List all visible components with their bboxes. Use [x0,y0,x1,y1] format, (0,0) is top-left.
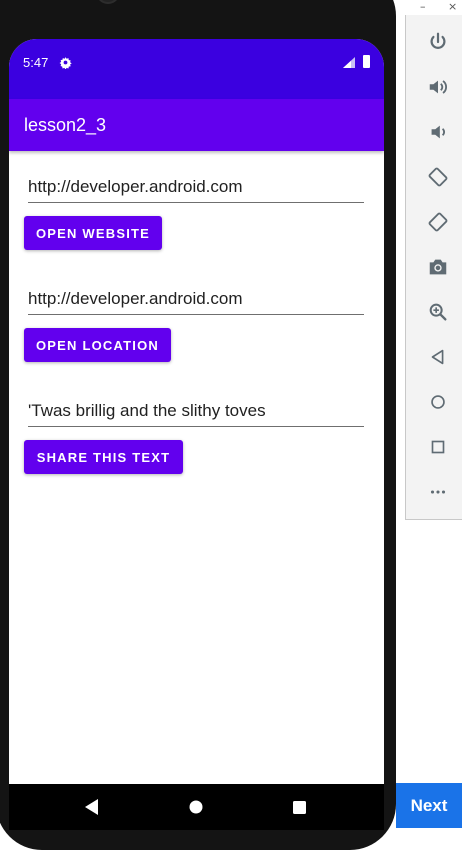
overview-icon [431,440,445,454]
nav-back-button[interactable] [72,784,112,830]
volume-up-button[interactable] [420,72,456,102]
app-bar: lesson2_3 [9,99,384,151]
home-icon [189,800,203,814]
nav-home-button[interactable] [176,784,216,830]
front-camera [96,0,120,4]
screenshot-button[interactable] [420,252,456,282]
power-button[interactable] [420,27,456,57]
zoom-button[interactable] [420,297,456,327]
emulator-back-button[interactable] [420,342,456,372]
more-icon [430,490,446,494]
more-button[interactable] [420,477,456,507]
close-button[interactable]: × [448,0,457,13]
open-location-button[interactable]: OPEN LOCATION [24,328,171,362]
rotate-right-icon [428,212,448,232]
back-icon [85,799,98,815]
recents-icon [292,800,306,814]
minimize-button[interactable]: – [420,0,426,13]
location-edit-text[interactable]: http://developer.android.com [28,284,364,315]
window-controls: – × [412,0,462,14]
nav-recents-button[interactable] [279,784,319,830]
status-bar: 5:47 [9,39,384,99]
home-icon [431,395,445,409]
volume-down-icon [431,125,445,139]
navigation-bar [9,784,384,830]
power-icon [430,32,446,49]
battery-icon [363,55,370,68]
app-title: lesson2_3 [24,115,107,135]
emulator-overview-button[interactable] [420,432,456,462]
settings-gear-icon [59,57,72,69]
back-icon [431,349,444,365]
signal-icon [343,57,355,68]
next-button[interactable]: Next [396,783,462,828]
volume-down-button[interactable] [420,117,456,147]
rotate-left-icon [428,167,448,187]
status-time: 5:47 [23,55,49,70]
zoom-icon [429,303,447,321]
emulator-home-button[interactable] [420,387,456,417]
website-edit-text[interactable]: http://developer.android.com [28,172,364,203]
rotate-right-button[interactable] [420,207,456,237]
camera-icon [429,259,447,275]
device-screen: 5:47 lesson2_3 http://developer.android.… [9,39,384,829]
share-text-button[interactable]: SHARE THIS TEXT [24,440,183,474]
open-website-button[interactable]: OPEN WEBSITE [24,216,162,250]
share-edit-text[interactable]: 'Twas brillig and the slithy toves [28,396,364,427]
volume-up-icon [429,80,447,94]
rotate-left-button[interactable] [420,162,456,192]
